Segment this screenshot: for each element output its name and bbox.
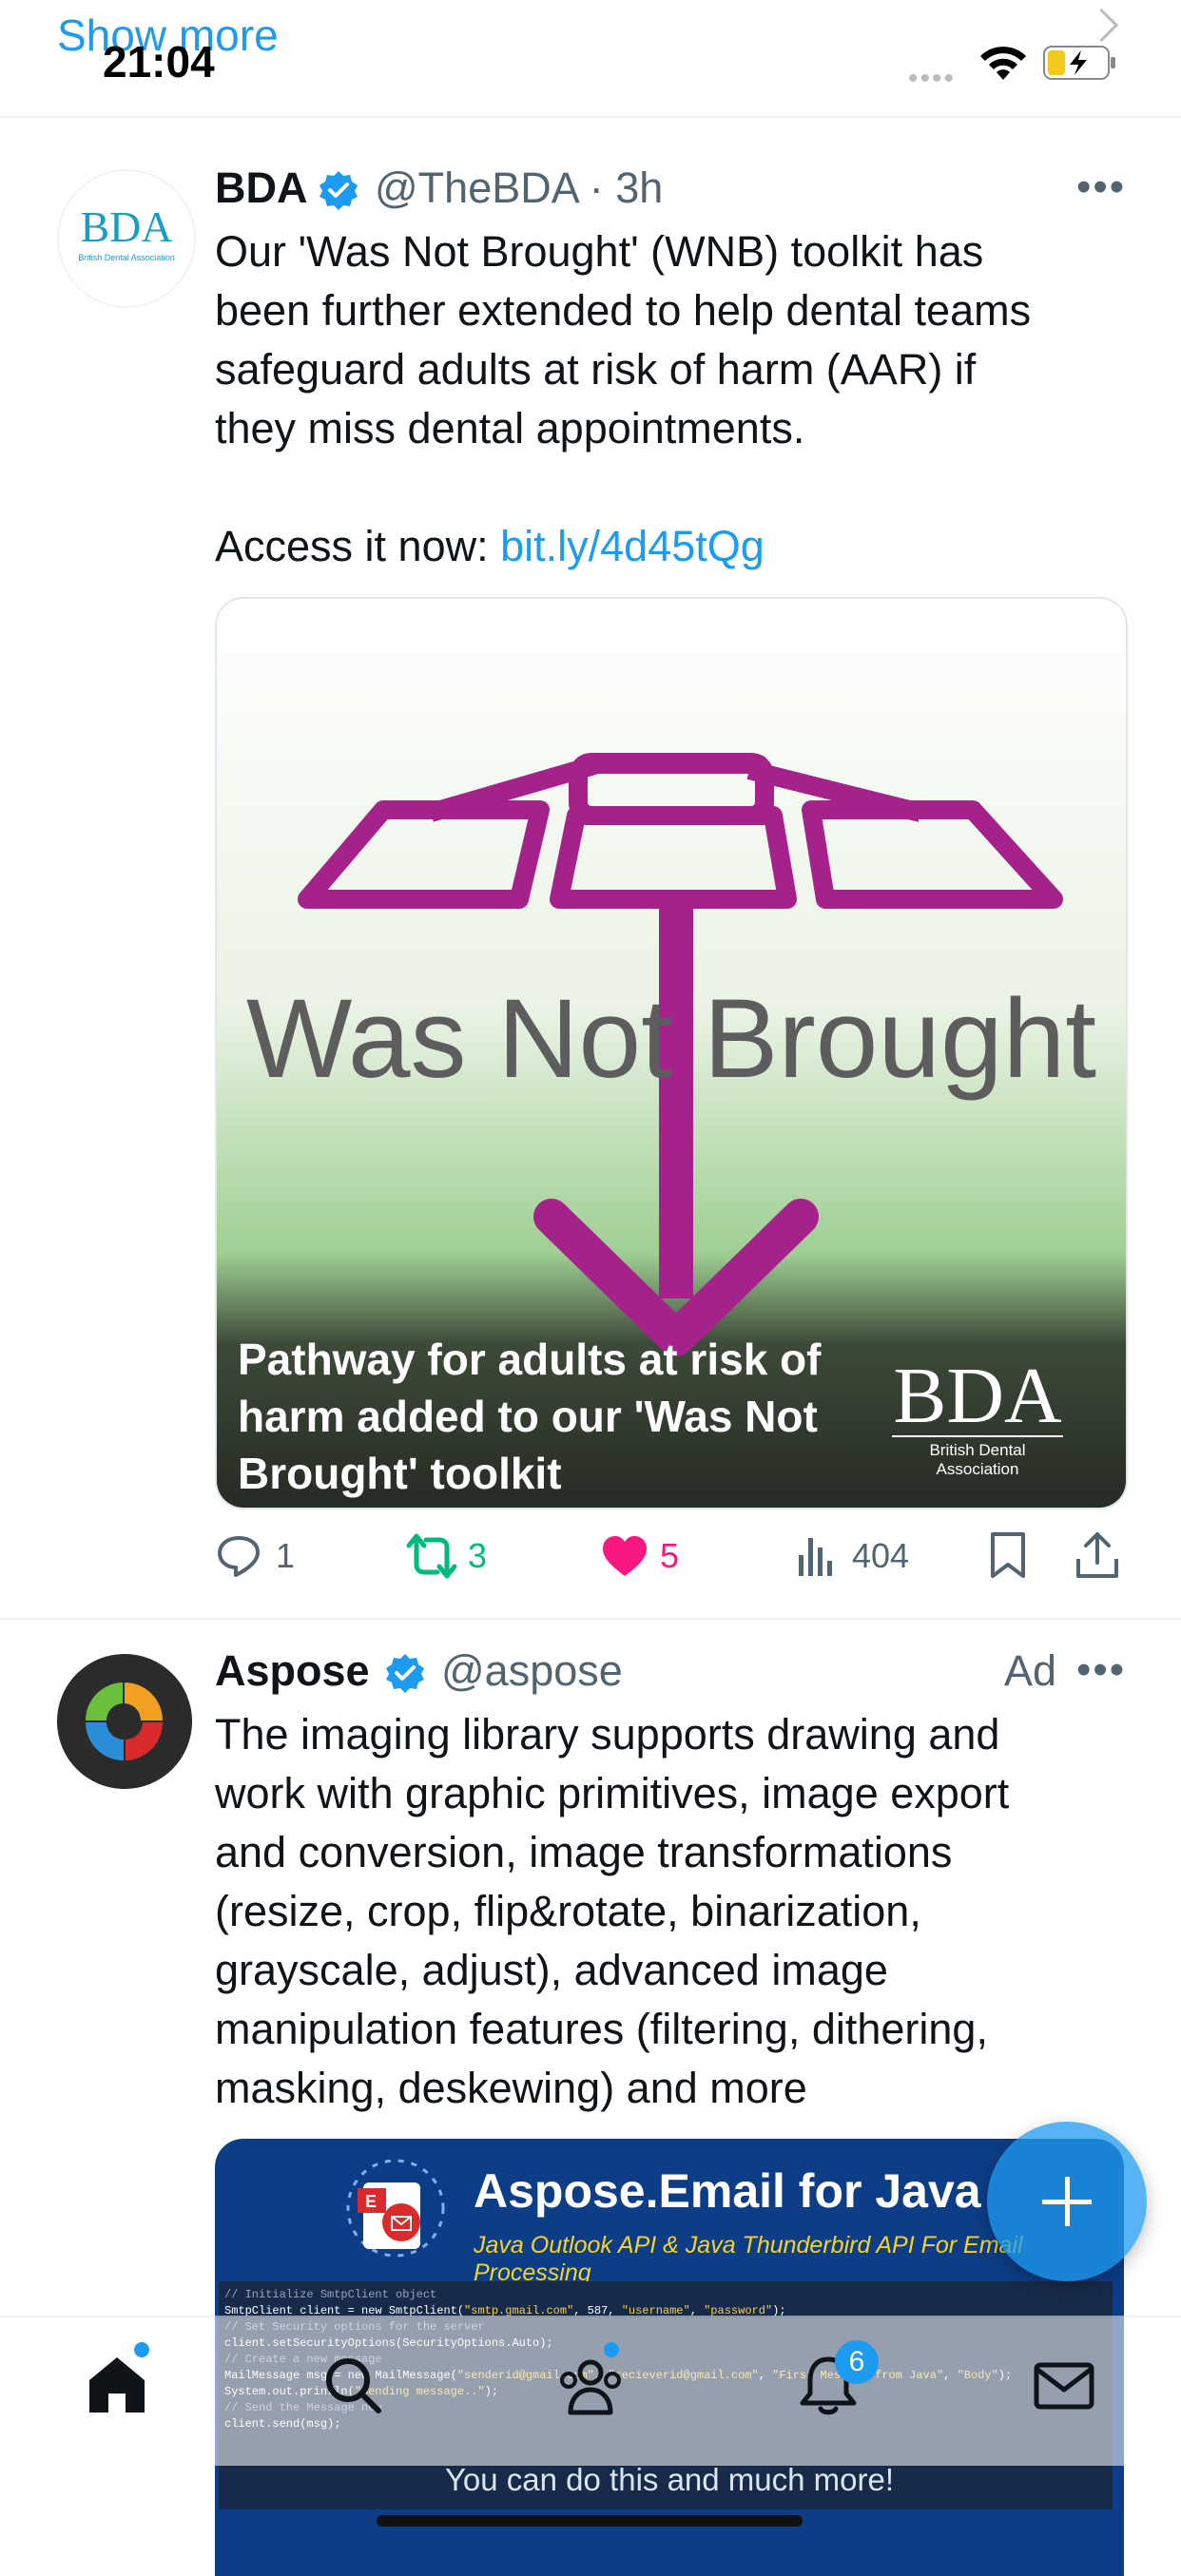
like-count: 5 — [660, 1536, 680, 1575]
search-icon[interactable] — [319, 2352, 386, 2418]
header-divider — [0, 116, 1181, 118]
aspose-logo-icon — [57, 1654, 192, 1789]
verified-badge-icon — [319, 171, 358, 210]
aspose-avatar[interactable] — [57, 1654, 192, 1789]
tweet-author-name[interactable]: BDA — [215, 163, 308, 213]
retweet-count: 3 — [468, 1536, 488, 1575]
status-clock: 21:04 — [103, 37, 215, 87]
tweet-divider — [0, 1618, 1181, 1620]
tweet-author-name[interactable]: Aspose — [215, 1646, 370, 1696]
home-indicator-bar — [377, 2515, 803, 2527]
svg-text:E: E — [365, 2192, 377, 2211]
share-icon[interactable] — [1075, 1528, 1120, 1580]
image-caption: Pathway for adults at risk of harm added… — [238, 1335, 822, 1498]
signal-icon: •••• — [908, 63, 957, 94]
tweet-time: · 3h — [589, 163, 664, 212]
chevron-right-icon — [1084, 8, 1119, 43]
ad-image-title: Aspose.Email for Java — [474, 2164, 981, 2218]
notifications-badge: 6 — [835, 2340, 879, 2384]
views-count: 404 — [852, 1536, 910, 1575]
views-icon[interactable] — [797, 1534, 835, 1578]
ad-image-bottom-text: You can do this and much more! — [444, 2462, 895, 2497]
like-icon[interactable] — [601, 1534, 649, 1578]
tweet-media-image[interactable]: Was Not Brought Pathway for adults at ri… — [215, 597, 1128, 1509]
avatar-logo-subtext: British Dental Association — [78, 253, 175, 262]
tweet-author-handle[interactable]: @aspose — [441, 1646, 623, 1696]
compose-tweet-button[interactable] — [987, 2122, 1147, 2281]
email-app-icon: E — [346, 2159, 445, 2258]
ad-label: Ad — [1004, 1646, 1057, 1695]
image-logo-subtext: British Dental Association — [892, 1435, 1063, 1479]
communities-notification-dot — [604, 2342, 619, 2357]
verified-badge-icon — [386, 1654, 424, 1693]
tweet-author-handle[interactable]: @TheBDA · 3h — [375, 163, 663, 213]
home-notification-dot — [134, 2342, 149, 2357]
wifi-icon — [980, 47, 1026, 80]
messages-mail-icon[interactable] — [1031, 2352, 1097, 2418]
communities-icon[interactable] — [557, 2352, 624, 2418]
plus-icon-stroke — [1065, 2177, 1070, 2226]
more-options-icon[interactable]: ••• — [1076, 1646, 1126, 1694]
image-headline: Was Not Brought — [245, 976, 1097, 1102]
more-options-icon[interactable]: ••• — [1076, 163, 1126, 211]
home-icon[interactable] — [84, 2352, 150, 2418]
handle-text: @TheBDA — [375, 163, 578, 212]
image-logo: BDA — [893, 1352, 1062, 1440]
reply-count: 1 — [276, 1536, 296, 1575]
tweet-link[interactable]: bit.ly/4d45tQg — [500, 522, 765, 570]
battery-charging-icon — [1043, 46, 1115, 80]
retweet-icon[interactable] — [405, 1532, 458, 1580]
tweet-text: Our 'Was Not Brought' (WNB) toolkit has … — [215, 222, 1128, 576]
avatar-logo-text: BDA — [80, 202, 173, 251]
tweet-body: Our 'Was Not Brought' (WNB) toolkit has … — [215, 227, 1032, 570]
reply-icon[interactable] — [215, 1532, 262, 1580]
bookmark-icon[interactable] — [989, 1530, 1027, 1580]
bda-avatar[interactable]: BDA British Dental Association — [57, 169, 196, 308]
tweet-text: The imaging library supports drawing and… — [215, 1710, 1010, 2112]
